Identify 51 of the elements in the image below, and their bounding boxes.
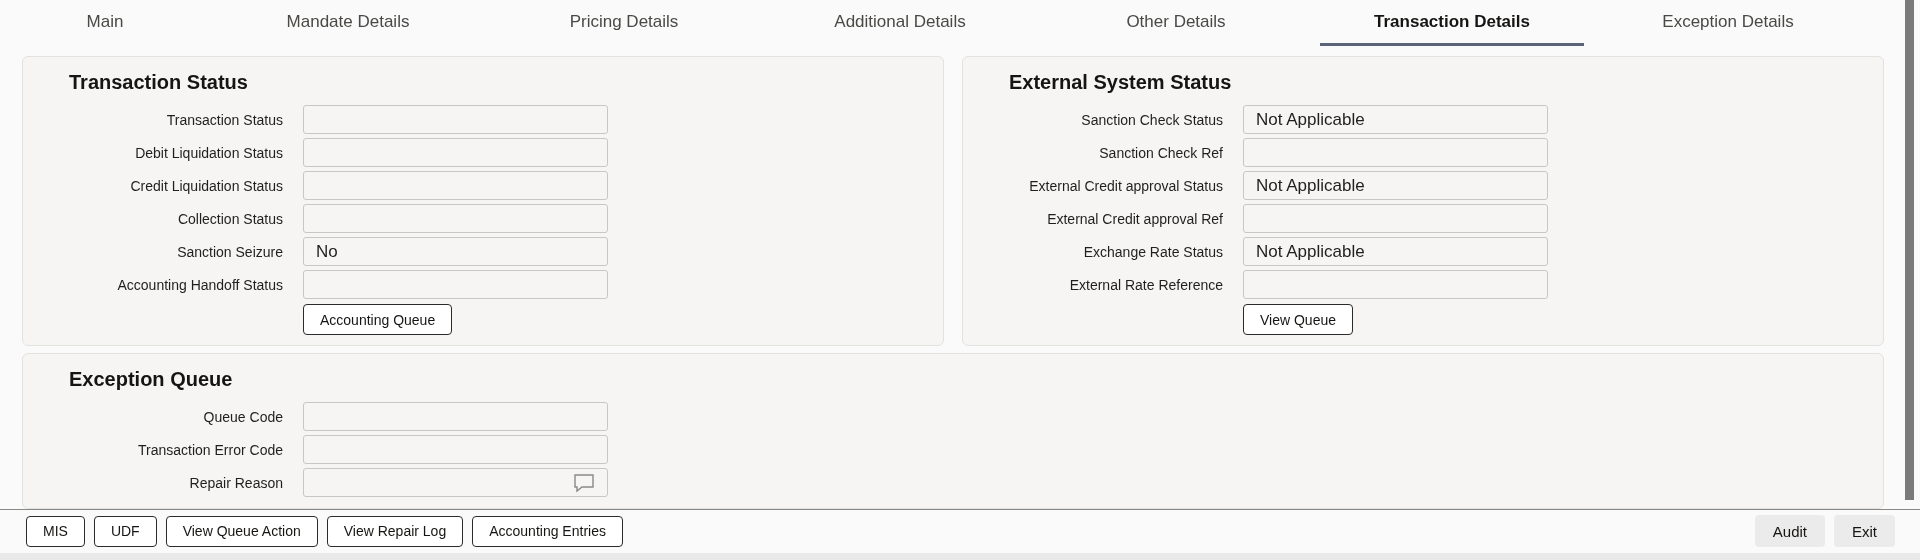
comment-icon[interactable]	[573, 472, 595, 493]
field-label: Exchange Rate Status	[1082, 243, 1223, 260]
footer-button[interactable]: View Repair Log	[326, 515, 464, 547]
footer-button[interactable]: Accounting Entries	[472, 515, 623, 547]
queue-button[interactable]: Accounting Queue	[303, 304, 453, 335]
footer-button[interactable]: Audit	[1754, 515, 1825, 547]
tab[interactable]: Other Details	[1044, 0, 1308, 46]
tab[interactable]: Main	[6, 0, 204, 46]
field-label: Transaction Status	[165, 111, 283, 128]
text-field[interactable]: Not Applicable	[1243, 105, 1548, 134]
field-label: Repair Reason	[188, 474, 283, 491]
field-label: Sanction Check Ref	[1098, 144, 1223, 161]
field-label: Transaction Error Code	[137, 441, 283, 458]
text-field[interactable]	[303, 171, 608, 200]
footer-button[interactable]: View Queue Action	[165, 515, 318, 547]
text-field[interactable]	[1243, 138, 1548, 167]
text-field[interactable]	[303, 105, 608, 134]
field-label: Sanction Seizure	[176, 243, 283, 260]
text-field[interactable]: Not Applicable	[1243, 171, 1548, 200]
text-field[interactable]	[303, 270, 608, 299]
scrollbar[interactable]	[1905, 0, 1914, 500]
text-field[interactable]	[303, 402, 608, 431]
field-label: Queue Code	[202, 408, 283, 425]
field-label: Credit Liquidation Status	[129, 177, 283, 194]
footer-button[interactable]: MIS	[26, 515, 85, 547]
text-field[interactable]: No	[303, 237, 608, 266]
section-title: Transaction Status	[69, 71, 249, 94]
section-title: Exception Queue	[69, 368, 234, 391]
text-field[interactable]	[303, 138, 608, 167]
text-field[interactable]: Not Applicable	[1243, 237, 1548, 266]
text-field[interactable]	[1243, 204, 1548, 233]
text-field[interactable]	[303, 435, 608, 464]
field-label: External Credit approval Ref	[1046, 210, 1223, 227]
footer-button[interactable]: UDF	[93, 515, 157, 547]
field-label: Sanction Check Status	[1080, 111, 1223, 128]
field-label: External Rate Reference	[1068, 276, 1223, 293]
tab[interactable]: Additional Details	[768, 0, 1032, 46]
tab[interactable]: Mandate Details	[216, 0, 480, 46]
footer-button[interactable]: Exit	[1834, 515, 1895, 547]
text-field[interactable]	[1243, 270, 1548, 299]
tab[interactable]: Exception Details	[1596, 0, 1860, 46]
queue-button[interactable]: View Queue	[1243, 304, 1353, 335]
field-label: Accounting Handoff Status	[116, 276, 283, 293]
tab[interactable]: Pricing Details	[492, 0, 756, 46]
tab[interactable]: Transaction Details	[1320, 0, 1584, 46]
field-label: External Credit approval Status	[1028, 177, 1223, 194]
text-field[interactable]	[303, 204, 608, 233]
section-title: External System Status	[1009, 71, 1233, 94]
field-label: Debit Liquidation Status	[134, 144, 283, 161]
field-label: Collection Status	[176, 210, 283, 227]
text-field[interactable]	[303, 468, 608, 497]
